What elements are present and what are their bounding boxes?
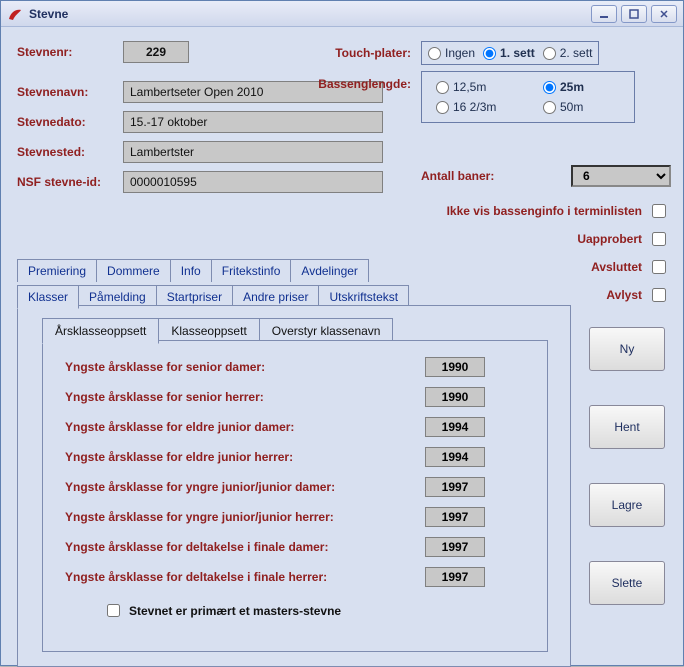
year-row: Yngste årsklasse for deltakelse i finale…: [65, 537, 535, 557]
stevnenavn-label: Stevnenavn:: [17, 85, 123, 99]
stevnedato-label: Stevnedato:: [17, 115, 123, 129]
tab-avdelinger[interactable]: Avdelinger: [290, 259, 368, 282]
touch-group: Ingen 1. sett 2. sett: [421, 41, 599, 65]
check-hide-pool[interactable]: Ikke vis bassenginfo i terminlisten: [423, 201, 669, 221]
touch-option[interactable]: 1. sett: [483, 46, 535, 60]
close-button[interactable]: [651, 5, 677, 23]
year-value: 1997: [425, 507, 485, 527]
touch-option[interactable]: 2. sett: [543, 46, 593, 60]
subpanel-arsklasse: Yngste årsklasse for senior damer:1990Yn…: [42, 340, 548, 652]
year-value: 1990: [425, 387, 485, 407]
stevnested-value: Lambertster: [123, 141, 383, 163]
stevnenr-label: Stevnenr:: [17, 45, 123, 59]
pool-group: 12,5m 25m 16 2/3m 50m: [421, 71, 635, 123]
year-row: Yngste årsklasse for senior herrer:1990: [65, 387, 535, 407]
year-row: Yngste årsklasse for yngre junior/junior…: [65, 477, 535, 497]
lanes-select[interactable]: 6: [571, 165, 671, 187]
check-uapprobert[interactable]: Uapprobert: [423, 229, 669, 249]
tab-klasser[interactable]: Klasser: [17, 285, 79, 309]
year-value: 1997: [425, 537, 485, 557]
year-row: Yngste årsklasse for deltakelse i finale…: [65, 567, 535, 587]
app-icon: [7, 6, 23, 22]
pool-label: Bassenglengde:: [291, 77, 411, 91]
pool-option[interactable]: 50m: [543, 100, 620, 114]
window-title: Stevne: [29, 7, 591, 21]
year-value: 1997: [425, 477, 485, 497]
year-row: Yngste årsklasse for yngre junior/junior…: [65, 507, 535, 527]
year-value: 1994: [425, 417, 485, 437]
year-row: Yngste årsklasse for eldre junior herrer…: [65, 447, 535, 467]
pool-option[interactable]: 16 2/3m: [436, 100, 513, 114]
year-row: Yngste årsklasse for senior damer:1990: [65, 357, 535, 377]
titlebar: Stevne: [1, 1, 683, 27]
hent-button[interactable]: Hent: [589, 405, 665, 449]
year-value: 1990: [425, 357, 485, 377]
year-label: Yngste årsklasse for yngre junior/junior…: [65, 480, 425, 494]
year-label: Yngste årsklasse for eldre junior herrer…: [65, 450, 425, 464]
year-label: Yngste årsklasse for senior damer:: [65, 360, 425, 374]
lagre-button[interactable]: Lagre: [589, 483, 665, 527]
nsfid-value: 0000010595: [123, 171, 383, 193]
nsfid-label: NSF stevne-id:: [17, 175, 123, 189]
content: Stevnenr: 229 Stevnenavn: Lambertseter O…: [1, 27, 683, 665]
tab-dommere[interactable]: Dommere: [96, 259, 171, 282]
lanes-label: Antall baner:: [421, 169, 494, 183]
panel-klasser: ÅrsklasseoppsettKlasseoppsettOverstyr kl…: [17, 305, 571, 667]
maximize-button[interactable]: [621, 5, 647, 23]
tab-premiering[interactable]: Premiering: [17, 259, 97, 282]
tabs-upper: PremieringDommereInfoFritekstinfoAvdelin…: [17, 259, 368, 282]
check-avlyst[interactable]: Avlyst: [423, 285, 669, 305]
tab-info[interactable]: Info: [170, 259, 212, 282]
slette-button[interactable]: Slette: [589, 561, 665, 605]
stevnenr-value: 229: [123, 41, 189, 63]
masters-check[interactable]: Stevnet er primært et masters-stevne: [103, 601, 535, 620]
year-label: Yngste årsklasse for senior herrer:: [65, 390, 425, 404]
year-label: Yngste årsklasse for deltakelse i finale…: [65, 540, 425, 554]
year-label: Yngste årsklasse for deltakelse i finale…: [65, 570, 425, 584]
ny-button[interactable]: Ny: [589, 327, 665, 371]
touch-option[interactable]: Ingen: [428, 46, 475, 60]
check-avsluttet[interactable]: Avsluttet: [423, 257, 669, 277]
subtab[interactable]: Årsklasseoppsett: [42, 318, 159, 344]
touch-label: Touch-plater:: [291, 46, 411, 60]
year-label: Yngste årsklasse for eldre junior damer:: [65, 420, 425, 434]
pool-option[interactable]: 12,5m: [436, 80, 513, 94]
stevnested-label: Stevnested:: [17, 145, 123, 159]
year-value: 1994: [425, 447, 485, 467]
year-label: Yngste årsklasse for yngre junior/junior…: [65, 510, 425, 524]
year-value: 1997: [425, 567, 485, 587]
tab-fritekstinfo[interactable]: Fritekstinfo: [211, 259, 292, 282]
year-row: Yngste årsklasse for eldre junior damer:…: [65, 417, 535, 437]
pool-option[interactable]: 25m: [543, 80, 620, 94]
minimize-button[interactable]: [591, 5, 617, 23]
window: Stevne Stevnenr: 229 Stevnenavn: Lambert…: [0, 0, 684, 666]
